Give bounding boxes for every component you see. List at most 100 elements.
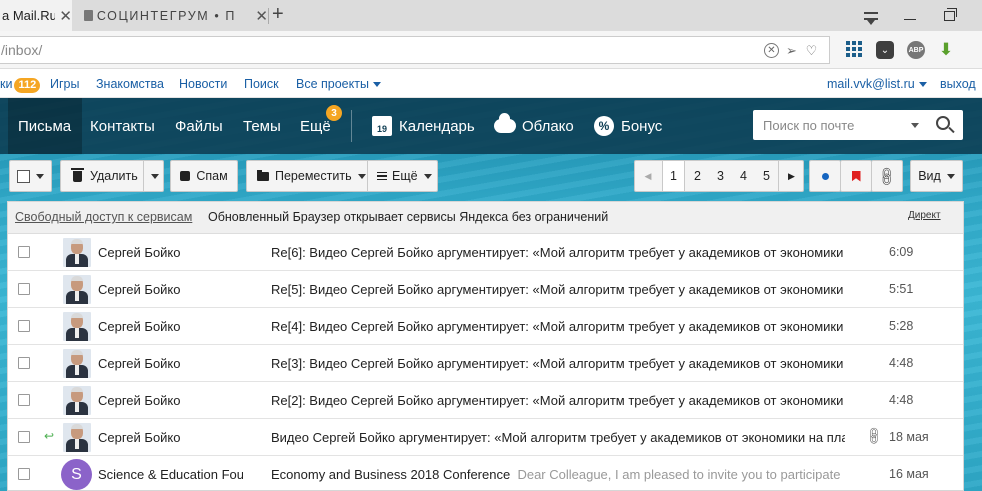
message-row[interactable]: Сергей Бойко Re[3]: Видео Сергей Бойко а… (8, 345, 963, 382)
message-checkbox[interactable] (18, 468, 30, 480)
avatar (63, 349, 91, 378)
tab-list-button[interactable] (851, 0, 891, 31)
nav-letters[interactable]: Письма (8, 98, 82, 154)
promo-text[interactable]: Обновленный Браузер открывает сервисы Ян… (208, 210, 608, 224)
page-2[interactable]: 2 (686, 161, 709, 191)
promo-link[interactable]: Свободный доступ к сервисам (15, 210, 192, 224)
nav-files[interactable]: Файлы (175, 98, 223, 154)
nav-more[interactable]: Ещё (300, 98, 331, 154)
message-row[interactable]: S Science & Education Fou Economy and Bu… (8, 456, 963, 491)
nav-bonus[interactable]: % Бонус (594, 98, 662, 154)
prev-page-button[interactable]: ◀ (635, 161, 661, 191)
nav-cloud[interactable]: Облако (494, 98, 574, 154)
select-all-button[interactable] (9, 160, 52, 192)
minimize-icon (904, 19, 916, 20)
heart-icon[interactable]: ♡ (804, 43, 819, 58)
unread-count-badge: 112 (14, 78, 41, 93)
chevron-down-icon (372, 82, 381, 88)
message-row[interactable]: Сергей Бойко Re[5]: Видео Сергей Бойко а… (8, 271, 963, 308)
flag-icon (851, 170, 861, 182)
minimize-button[interactable] (890, 0, 930, 31)
message-checkbox[interactable] (18, 357, 30, 369)
page-4[interactable]: 4 (732, 161, 755, 191)
message-row[interactable]: ↩ Сергей Бойко Видео Сергей Бойко аргуме… (8, 419, 963, 456)
more-actions-button[interactable]: Ещё (377, 161, 432, 191)
apps-grid-icon[interactable] (846, 41, 862, 57)
close-icon[interactable]: ✕ (59, 7, 72, 25)
message-row[interactable]: Сергей Бойко Re[2]: Видео Сергей Бойко а… (8, 382, 963, 419)
download-icon[interactable]: ⬇ (937, 40, 955, 59)
search-icon[interactable] (936, 116, 950, 130)
next-page-button[interactable]: ▶ (778, 161, 804, 191)
delete-button[interactable]: Удалить (60, 160, 164, 192)
portal-link-all-projects[interactable]: Все проекты (296, 77, 381, 91)
portal-link-search[interactable]: Поиск (244, 77, 279, 91)
message-time: 5:51 (889, 282, 914, 296)
message-time: 18 мая (889, 430, 929, 444)
url-field[interactable]: /inbox/ ✕ ➢ ♡ (0, 36, 830, 64)
chevron-down-icon[interactable] (151, 174, 159, 179)
message-sender: Сергей Бойко (98, 393, 181, 408)
spam-button[interactable]: Спам (170, 160, 238, 192)
message-checkbox[interactable] (18, 394, 30, 406)
button-split (367, 161, 368, 191)
mail-search-input[interactable]: Поиск по почте (753, 110, 963, 140)
yandex-direct-link[interactable]: Директ (908, 210, 941, 221)
list-icon (377, 172, 387, 180)
subject-text: Economy and Business 2018 Conference (271, 467, 511, 482)
avatar (63, 275, 91, 304)
replied-arrow-icon: ↩ (44, 429, 55, 443)
logout-link[interactable]: выход (940, 77, 976, 91)
button-split (143, 161, 144, 191)
portal-link-games[interactable]: Игры (50, 77, 79, 91)
adblock-icon[interactable]: ABP (907, 41, 925, 59)
view-label: Вид (918, 169, 941, 183)
portal-link-mail[interactable]: ки 112 (0, 77, 41, 93)
message-time: 4:48 (889, 356, 914, 370)
avatar (63, 312, 91, 341)
portal-link-dating[interactable]: Знакомства (96, 77, 164, 91)
document-icon (84, 10, 93, 21)
message-checkbox[interactable] (18, 431, 30, 443)
spam-label: Спам (196, 169, 228, 183)
browser-tab-socintegrum[interactable]: СОЦИНТЕГРУМ • П ✕ (80, 0, 268, 31)
message-checkbox[interactable] (18, 320, 30, 332)
chevron-down-icon (423, 173, 432, 179)
message-row[interactable]: Сергей Бойко Re[6]: Видео Сергей Бойко а… (8, 234, 963, 271)
filter-flagged-button[interactable] (840, 160, 872, 192)
pagination: ◀ 1 2 3 4 5 ▶ (634, 160, 804, 192)
page-5[interactable]: 5 (755, 161, 778, 191)
search-options-chevron-icon[interactable] (911, 123, 919, 128)
nav-themes[interactable]: Темы (243, 98, 281, 154)
portal-link-news[interactable]: Новости (179, 77, 227, 91)
new-tab-button[interactable]: + (272, 3, 284, 26)
nav-cloud-label: Облако (522, 117, 574, 135)
nav-files-label: Файлы (175, 117, 223, 135)
attachment-paperclip-icon: 🔗︎ (862, 424, 886, 447)
page-1[interactable]: 1 (662, 161, 685, 191)
move-button[interactable]: Переместить Ещё (246, 160, 438, 192)
message-list: Свободный доступ к сервисам Обновленный … (7, 201, 964, 491)
browser-tab-mail[interactable]: a Mail.Ru ✕ (0, 0, 72, 31)
view-button[interactable]: Вид (910, 160, 963, 192)
send-icon[interactable]: ➢ (784, 43, 799, 58)
message-checkbox[interactable] (18, 246, 30, 258)
pocket-icon[interactable]: ⌄ (876, 41, 894, 59)
message-checkbox[interactable] (18, 283, 30, 295)
chevron-down-icon (946, 173, 955, 179)
chevron-down-icon (36, 173, 44, 179)
more-count-badge: 3 (326, 105, 342, 121)
clear-icon[interactable]: ✕ (764, 43, 779, 58)
menu-icon (864, 11, 878, 25)
filter-attachments-button[interactable]: 🔗︎ (871, 160, 903, 192)
message-subject: Re[5]: Видео Сергей Бойко аргументирует:… (271, 282, 844, 297)
nav-contacts[interactable]: Контакты (90, 98, 155, 154)
message-sender: Science & Education Fou (98, 467, 243, 482)
nav-calendar[interactable]: 19 Календарь (372, 98, 475, 154)
message-row[interactable]: Сергей Бойко Re[4]: Видео Сергей Бойко а… (8, 308, 963, 345)
restore-button[interactable] (929, 0, 969, 31)
close-icon[interactable]: ✕ (255, 7, 268, 25)
filter-unread-button[interactable] (809, 160, 841, 192)
page-3[interactable]: 3 (709, 161, 732, 191)
user-account-menu[interactable]: mail.vvk@list.ru (827, 77, 927, 91)
